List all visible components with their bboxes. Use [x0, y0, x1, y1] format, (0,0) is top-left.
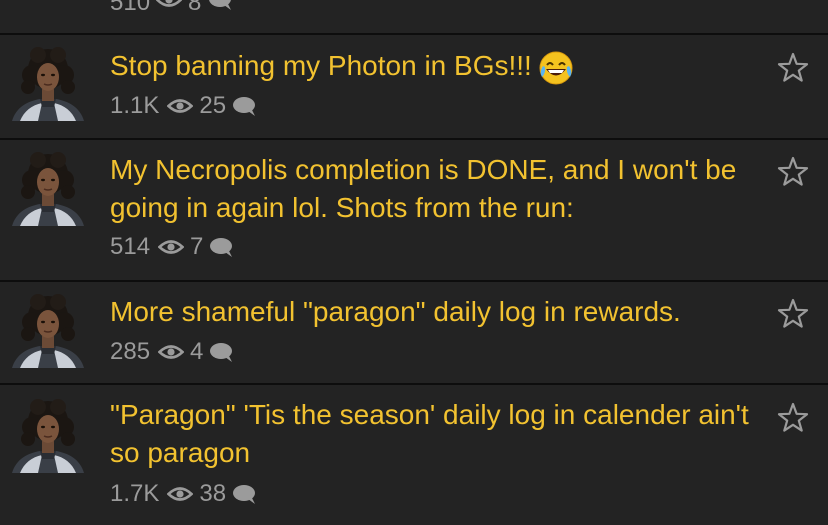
views-count: 1.7K	[110, 480, 160, 507]
eye-icon	[167, 484, 193, 504]
thread-stats: 514 7	[110, 232, 234, 262]
thread-title[interactable]: "Paragon" 'Tis the season' daily log in …	[110, 396, 760, 472]
thread-title[interactable]: Stop banning my Photon in BGs!!!	[110, 47, 760, 86]
comments-count: 4	[190, 338, 204, 365]
thread-stats: 285 4	[110, 337, 234, 367]
speech-bubble-icon	[231, 483, 257, 505]
comments-count: 8	[188, 0, 202, 16]
thread-row[interactable]: Stop banning my Photon in BGs!!! 1.1K 25	[0, 35, 828, 140]
views-count: 514	[110, 233, 151, 260]
views-count: 510	[110, 0, 151, 16]
thread-stats: 510 8	[110, 0, 233, 18]
user-avatar[interactable]	[10, 397, 86, 473]
speech-bubble-icon	[207, 0, 233, 18]
speech-bubble-icon	[231, 95, 257, 117]
eye-icon	[156, 0, 182, 17]
favorite-star-icon[interactable]	[776, 297, 810, 331]
thread-list: 510 8 Stop banning my Photon in BGs!!! 1…	[0, 0, 828, 525]
comments-count: 38	[199, 480, 227, 507]
comments-count: 25	[199, 92, 227, 119]
eye-icon	[158, 342, 184, 362]
eye-icon	[158, 237, 184, 257]
eye-icon	[167, 96, 193, 116]
thread-row-partial[interactable]: 510 8	[0, 0, 828, 35]
thread-title[interactable]: My Necropolis completion is DONE, and I …	[110, 151, 760, 227]
face-with-tears-of-joy-icon	[538, 50, 574, 86]
user-avatar[interactable]	[10, 292, 86, 368]
user-avatar[interactable]	[10, 150, 86, 226]
thread-title[interactable]: More shameful "paragon" daily log in rew…	[110, 293, 760, 331]
thread-stats: 1.1K 25	[110, 91, 257, 121]
views-count: 1.1K	[110, 92, 160, 119]
speech-bubble-icon	[208, 236, 234, 258]
thread-row[interactable]: "Paragon" 'Tis the season' daily log in …	[0, 385, 828, 525]
favorite-star-icon[interactable]	[776, 401, 810, 435]
thread-stats: 1.7K 38	[110, 479, 257, 509]
speech-bubble-icon	[208, 341, 234, 363]
favorite-star-icon[interactable]	[776, 51, 810, 85]
comments-count: 7	[190, 233, 204, 260]
thread-row[interactable]: More shameful "paragon" daily log in rew…	[0, 282, 828, 385]
views-count: 285	[110, 338, 151, 365]
thread-row[interactable]: My Necropolis completion is DONE, and I …	[0, 140, 828, 282]
user-avatar[interactable]	[10, 45, 86, 121]
favorite-star-icon[interactable]	[776, 155, 810, 189]
